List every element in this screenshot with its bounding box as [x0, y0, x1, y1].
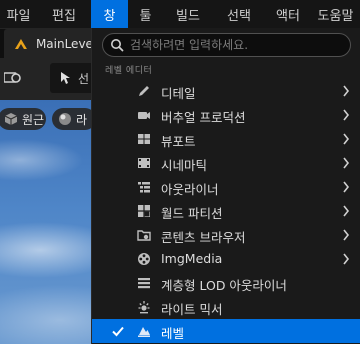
lit-mode-button[interactable]: 라 — [52, 108, 96, 130]
menu-item-label: ImgMedia — [161, 251, 223, 266]
outliner-icon — [138, 182, 150, 193]
level-tab[interactable]: MainLevel — [4, 29, 96, 59]
menu-item-label: 디테일 — [161, 86, 196, 101]
chevron-right-icon — [343, 205, 350, 217]
menu-select[interactable]: 선택 — [213, 0, 265, 28]
menu-item-label: 라이트 믹서 — [161, 302, 223, 317]
menu-item-label: 콘텐츠 브라우저 — [161, 230, 246, 245]
menu-item-details[interactable]: 디테일 — [92, 79, 360, 103]
level-icon — [138, 327, 150, 337]
menu-item-world-partition[interactable]: 월드 파티션 — [92, 199, 360, 223]
chevron-right-icon — [343, 85, 350, 97]
hlod-icon — [138, 278, 150, 289]
cube-icon — [4, 113, 18, 125]
menu-edit[interactable]: 편집 — [37, 0, 91, 28]
menu-item-label: 계층형 LOD 아웃라이너 — [161, 278, 287, 293]
menu-tools[interactable]: 툴 — [128, 0, 163, 28]
menu-item-virtual-production[interactable]: 버추얼 프로덕션 — [92, 103, 360, 127]
light-icon — [138, 301, 150, 314]
folder-icon — [137, 230, 151, 241]
chevron-right-icon — [343, 181, 350, 193]
menu-item-label: 월드 파티션 — [161, 206, 223, 221]
menu-item-content-browser[interactable]: 콘텐츠 브라우저 — [92, 223, 360, 247]
film-icon — [138, 158, 150, 168]
menu-item-label: 레벨 — [161, 326, 185, 341]
menu-item-imgmedia[interactable]: ImgMedia — [92, 247, 360, 271]
menu-build[interactable]: 빌드 — [163, 0, 213, 28]
pencil-icon — [139, 86, 149, 96]
perspective-button[interactable]: 원근 — [0, 108, 46, 130]
menu-search-input[interactable] — [130, 38, 340, 52]
menu-item-levels[interactable]: 레벨 — [92, 319, 360, 343]
menu-search-box[interactable] — [102, 33, 351, 57]
menu-item-label: 뷰포트 — [161, 134, 196, 149]
select-cursor-icon — [61, 72, 70, 84]
menu-item-light-mixer[interactable]: 라이트 믹서 — [92, 295, 360, 319]
menu-item-viewports[interactable]: 뷰포트 — [92, 127, 360, 151]
level-tab-label: MainLevel — [35, 37, 96, 51]
chevron-right-icon — [343, 229, 350, 241]
chevron-right-icon — [343, 157, 350, 169]
menu-item-label: 시네마틱 — [161, 158, 208, 173]
lit-sphere-icon — [59, 113, 71, 125]
window-menu-dropdown: 레벨 에디터 디테일 버추얼 프로덕션 뷰포트 시네마틱 — [91, 28, 360, 344]
media-icon — [138, 253, 150, 265]
menu-window[interactable]: 창 — [91, 0, 128, 28]
select-mode-label: 선 — [78, 71, 90, 86]
menu-actor[interactable]: 액터 — [265, 0, 311, 28]
menu-item-outliner[interactable]: 아웃라이너 — [92, 175, 360, 199]
lit-mode-label: 라 — [76, 112, 88, 127]
search-icon — [111, 39, 124, 52]
menu-help[interactable]: 도움말 — [311, 0, 360, 28]
menu-item-label: 버추얼 프로덕션 — [161, 110, 246, 125]
unreal-level-icon — [14, 39, 27, 49]
viewport-layout-icon — [138, 134, 150, 144]
menu-item-hierarchical-lod-outliner[interactable]: 계층형 LOD 아웃라이너 — [92, 271, 360, 295]
camera-icon — [138, 112, 150, 119]
menu-bar: 파일 편집 창 툴 빌드 선택 액터 도움말 — [0, 0, 360, 28]
section-header-level-editor: 레벨 에디터 — [105, 66, 153, 76]
world-partition-icon — [138, 205, 150, 217]
chevron-right-icon — [343, 253, 350, 265]
checkmark-icon — [112, 326, 124, 337]
menu-file[interactable]: 파일 — [0, 0, 37, 28]
perspective-label: 원근 — [22, 112, 45, 127]
search-actor-icon[interactable] — [4, 68, 22, 86]
chevron-right-icon — [343, 133, 350, 145]
menu-item-label: 아웃라이너 — [161, 182, 219, 197]
chevron-right-icon — [343, 109, 350, 121]
menu-item-cinematics[interactable]: 시네마틱 — [92, 151, 360, 175]
